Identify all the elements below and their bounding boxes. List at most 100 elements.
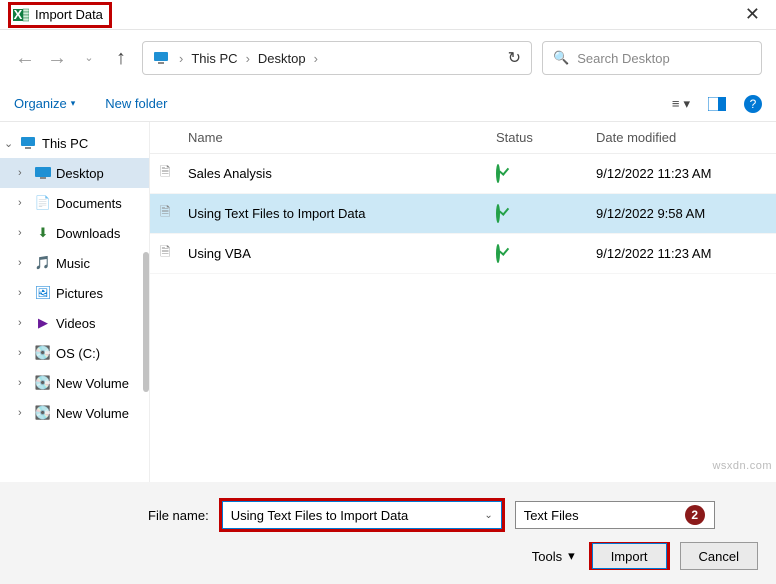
close-button[interactable]: ✕ (737, 4, 768, 25)
nav-row: ← → ⌄ ↑ › This PC › Desktop › ↻ 🔍 Search… (0, 30, 776, 86)
search-placeholder: Search Desktop (577, 51, 670, 66)
collapse-icon[interactable]: ⌄ (4, 137, 16, 150)
file-row[interactable]: 🗎 Using Text Files to Import Data 9/12/2… (150, 194, 776, 234)
tree-label: Desktop (56, 166, 104, 181)
recent-caret-icon[interactable]: ⌄ (78, 53, 100, 64)
expand-icon[interactable]: › (18, 317, 30, 329)
file-list-header: Name Status Date modified (150, 122, 776, 154)
tree-label: New Volume (56, 406, 129, 421)
tree-desktop[interactable]: › Desktop (0, 158, 149, 188)
excel-icon: X (13, 7, 29, 23)
tree-music[interactable]: › 🎵 Music (0, 248, 149, 278)
titlebar: X Import Data ✕ (0, 0, 776, 30)
tree-label: Music (56, 256, 90, 271)
list-icon: ≡ (672, 96, 680, 111)
file-date: 9/12/2022 11:23 AM (596, 246, 776, 261)
up-button[interactable]: ↑ (110, 48, 132, 68)
import-highlight: Import (589, 542, 670, 570)
drive-icon: 💽 (34, 374, 52, 392)
expand-icon[interactable]: › (18, 377, 30, 389)
tree-scrollbar[interactable] (143, 252, 149, 392)
back-button[interactable]: ← (14, 48, 36, 68)
file-name: Sales Analysis (188, 166, 496, 181)
address-bar[interactable]: › This PC › Desktop › ↻ (142, 41, 532, 75)
view-mode-button[interactable]: ≡▾ (672, 96, 690, 112)
tools-menu[interactable]: Tools▾ (532, 548, 575, 564)
expand-icon[interactable]: › (18, 257, 30, 269)
callout-marker-2: 2 (685, 505, 705, 525)
preview-pane-button[interactable] (708, 97, 726, 111)
expand-icon[interactable]: › (18, 407, 30, 419)
file-name: Using Text Files to Import Data (188, 206, 496, 221)
filter-value: Text Files (524, 508, 579, 523)
expand-icon[interactable]: › (18, 167, 30, 179)
col-name[interactable]: Name (188, 130, 496, 145)
expand-icon[interactable]: › (18, 287, 30, 299)
watermark: wsxdn.com (712, 460, 772, 472)
filename-combo[interactable]: Using Text Files to Import Data ⌄ (222, 501, 502, 529)
forward-button[interactable]: → (46, 48, 68, 68)
desktop-icon (34, 164, 52, 182)
documents-icon: 📄 (34, 194, 52, 212)
status-ok-icon (496, 164, 500, 183)
breadcrumb-desktop[interactable]: Desktop (258, 51, 306, 66)
filename-value: Using Text Files to Import Data (231, 508, 409, 523)
help-button[interactable]: ? (744, 95, 762, 113)
tree-label: This PC (42, 136, 88, 151)
cancel-button[interactable]: Cancel (680, 542, 758, 570)
file-date: 9/12/2022 11:23 AM (596, 166, 776, 181)
new-folder-button[interactable]: New folder (105, 96, 167, 111)
music-icon: 🎵 (34, 254, 52, 272)
monitor-icon (20, 136, 38, 150)
caret-down-icon: ▾ (71, 98, 76, 109)
pane-icon (708, 97, 726, 111)
chevron-right-icon[interactable]: › (242, 51, 254, 66)
tree-thispc[interactable]: ⌄ This PC (0, 128, 149, 158)
tree-label: Videos (56, 316, 96, 331)
drive-icon: 💽 (34, 344, 52, 362)
tree-documents[interactable]: › 📄 Documents (0, 188, 149, 218)
toolbar: Organize▾ New folder ≡▾ ? (0, 86, 776, 122)
filename-label: File name: (148, 508, 209, 523)
nav-tree: ⌄ This PC › Desktop › 📄 Documents ›⬇Downloa… (0, 122, 150, 492)
window-title: Import Data (35, 7, 103, 22)
file-row[interactable]: 🗎 Using VBA 9/12/2022 11:23 AM (150, 234, 776, 274)
organize-menu[interactable]: Organize▾ (14, 96, 75, 111)
tree-label: Pictures (56, 286, 103, 301)
search-input[interactable]: 🔍 Search Desktop (542, 41, 762, 75)
file-icon: 🗎 (160, 203, 180, 225)
status-ok-icon (496, 244, 500, 263)
tree-new-volume-1[interactable]: › 💽 New Volume (0, 368, 149, 398)
main-area: ⌄ This PC › Desktop › 📄 Documents ›⬇Downloa… (0, 122, 776, 492)
tree-os-c[interactable]: › 💽 OS (C:) (0, 338, 149, 368)
breadcrumb-thispc[interactable]: This PC (191, 51, 237, 66)
tree-label: New Volume (56, 376, 129, 391)
col-date[interactable]: Date modified (596, 130, 776, 145)
pictures-icon: 🖼 (34, 284, 52, 302)
tree-new-volume-2[interactable]: › 💽 New Volume (0, 398, 149, 428)
videos-icon: ▶ (34, 314, 52, 332)
tree-videos[interactable]: › ▶ Videos (0, 308, 149, 338)
file-name: Using VBA (188, 246, 496, 261)
caret-down-icon[interactable]: ⌄ (484, 510, 492, 521)
filename-highlight: Using Text Files to Import Data ⌄ (219, 498, 505, 532)
expand-icon[interactable]: › (18, 197, 30, 209)
expand-icon[interactable]: › (18, 347, 30, 359)
tree-label: OS (C:) (56, 346, 100, 361)
chevron-right-icon[interactable]: › (175, 51, 187, 66)
tree-pictures[interactable]: › 🖼 Pictures (0, 278, 149, 308)
expand-icon[interactable]: › (18, 227, 30, 239)
drive-icon: 💽 (34, 404, 52, 422)
tree-downloads[interactable]: ›⬇Downloads (0, 218, 149, 248)
tree-label: Downloads (56, 226, 120, 241)
tree-label: Documents (56, 196, 122, 211)
svg-text:X: X (14, 7, 23, 22)
col-status[interactable]: Status (496, 130, 596, 145)
status-ok-icon (496, 204, 500, 223)
file-row[interactable]: 🗎 Sales Analysis 9/12/2022 11:23 AM (150, 154, 776, 194)
search-icon: 🔍 (553, 50, 569, 66)
refresh-button[interactable]: ↻ (508, 48, 521, 68)
bottom-panel: File name: Using Text Files to Import Da… (0, 482, 776, 584)
chevron-right-icon[interactable]: › (310, 51, 322, 66)
import-button[interactable]: Import (592, 543, 667, 569)
